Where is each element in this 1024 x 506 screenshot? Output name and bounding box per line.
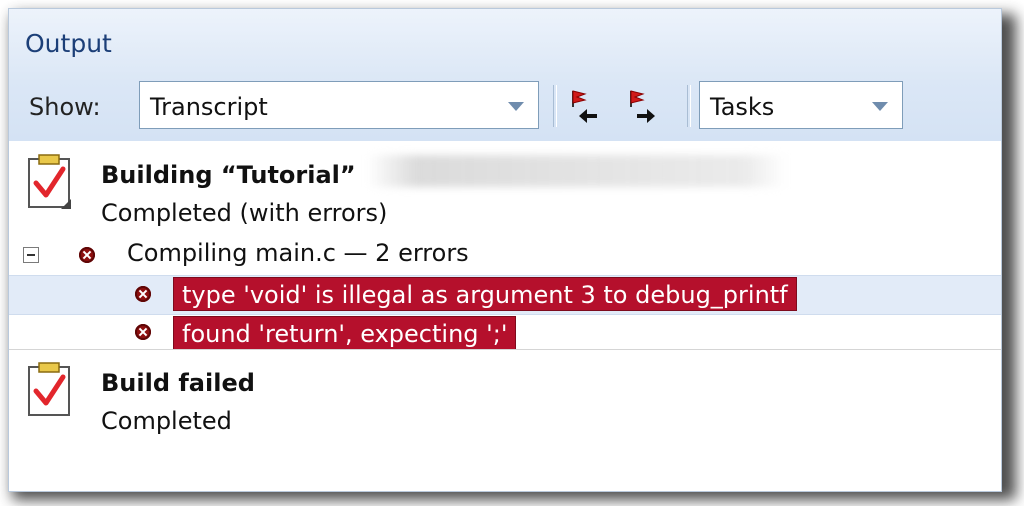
entry-title: Build failed <box>101 369 255 397</box>
build-checklist-icon <box>28 154 71 209</box>
toolbar-separator <box>553 85 557 127</box>
error-icon <box>135 286 151 302</box>
previous-error-button[interactable] <box>567 85 601 125</box>
output-panel: Output Show: Transcript Tasks Building “… <box>8 8 1002 492</box>
chevron-down-icon <box>508 102 524 111</box>
entry-status: Completed (with errors) <box>101 199 388 227</box>
show-dropdown[interactable]: Transcript <box>139 81 539 129</box>
tasks-dropdown[interactable]: Tasks <box>699 81 903 129</box>
build-checklist-icon <box>28 362 70 416</box>
entry-divider <box>9 349 1001 350</box>
redacted-text <box>367 155 787 187</box>
show-label: Show: <box>29 93 101 121</box>
compile-group-label: Compiling main.c — 2 errors <box>127 239 469 267</box>
output-header: Output Show: Transcript Tasks <box>9 9 1001 141</box>
error-icon <box>135 324 151 340</box>
chevron-down-icon <box>872 102 888 111</box>
error-icon <box>79 247 95 263</box>
toolbar-separator <box>687 85 691 127</box>
tasks-dropdown-value: Tasks <box>710 93 775 121</box>
collapse-toggle[interactable] <box>23 247 39 263</box>
show-dropdown-value: Transcript <box>150 93 268 121</box>
error-message[interactable]: found 'return', expecting ';' <box>173 316 517 350</box>
next-error-flag-icon <box>630 90 655 123</box>
panel-title: Output <box>25 29 112 58</box>
transcript-list: Building “Tutorial” Completed (with erro… <box>9 141 1001 491</box>
entry-status: Completed <box>101 407 232 435</box>
previous-error-flag-icon <box>572 90 597 123</box>
next-error-button[interactable] <box>625 85 659 125</box>
error-message[interactable]: type 'void' is illegal as argument 3 to … <box>173 277 797 311</box>
entry-title: Building “Tutorial” <box>101 161 356 189</box>
